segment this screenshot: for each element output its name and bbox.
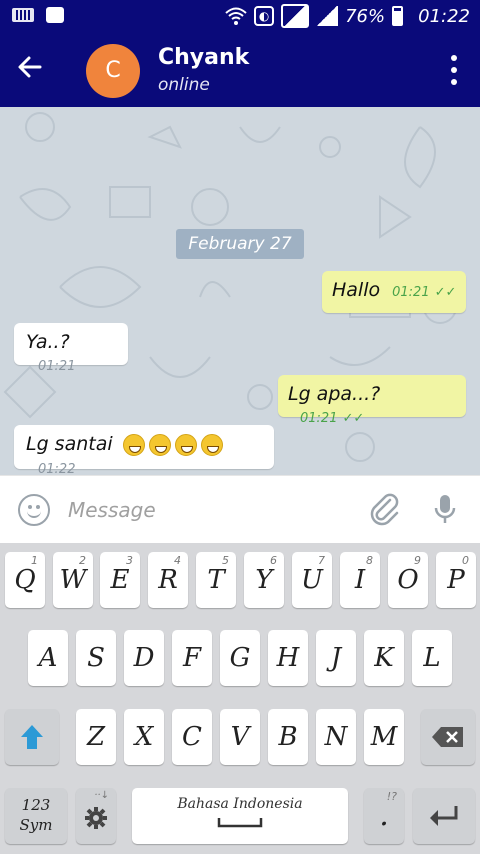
grinning-emoji-icon bbox=[122, 433, 145, 456]
double-check-icon: ✓✓ bbox=[342, 411, 365, 426]
message-bubble-outgoing[interactable]: Lg apa...? 01:21 ✓✓ bbox=[278, 375, 466, 426]
status-bar: ◐ 76% 01:22 bbox=[0, 0, 480, 33]
shift-arrow-icon bbox=[21, 725, 43, 749]
battery-icon bbox=[392, 6, 404, 26]
soft-keyboard: 1Q 2W 3E 4R 5T 6Y 7U 8I 9O 0P A S D F G … bbox=[0, 543, 480, 854]
space-key[interactable]: Bahasa Indonesia bbox=[132, 788, 348, 844]
backspace-icon bbox=[432, 727, 463, 747]
key-c[interactable]: C bbox=[172, 709, 212, 765]
key-a[interactable]: A bbox=[28, 630, 68, 686]
message-bubble-outgoing[interactable]: Hallo 01:21 ✓✓ bbox=[322, 271, 466, 313]
key-y[interactable]: 6Y bbox=[244, 552, 284, 608]
space-key-label: Bahasa Indonesia bbox=[177, 796, 303, 812]
more-vert-icon bbox=[451, 55, 457, 61]
grinning-emoji-icon bbox=[200, 433, 223, 456]
key-j[interactable]: J bbox=[316, 630, 356, 686]
key-f[interactable]: F bbox=[172, 630, 212, 686]
key-q[interactable]: 1Q bbox=[5, 552, 45, 608]
message-bubble-incoming[interactable]: Lg santai 01:22 bbox=[14, 425, 274, 475]
key-b[interactable]: B bbox=[268, 709, 308, 765]
enter-arrow-icon bbox=[430, 806, 458, 826]
contact-name[interactable]: Chyank bbox=[158, 45, 249, 70]
period-key[interactable]: !? . bbox=[364, 788, 404, 844]
battery-percent: 76% bbox=[345, 5, 386, 27]
symbols-key[interactable]: 123 Sym bbox=[5, 788, 67, 844]
grinning-emoji-icon bbox=[148, 433, 171, 456]
paperclip-icon[interactable] bbox=[368, 492, 402, 526]
shift-key[interactable] bbox=[5, 709, 59, 765]
key-r[interactable]: 4R bbox=[148, 552, 188, 608]
key-m[interactable]: M bbox=[364, 709, 404, 765]
signal-sim2-icon bbox=[316, 6, 339, 26]
settings-key[interactable]: ··↓ bbox=[76, 788, 116, 844]
chat-header: C Chyank online bbox=[0, 33, 480, 107]
message-composer bbox=[0, 475, 480, 543]
bbm-notification-icon bbox=[46, 7, 64, 23]
gear-icon bbox=[85, 807, 107, 829]
key-x[interactable]: X bbox=[124, 709, 164, 765]
key-p[interactable]: 0P bbox=[436, 552, 476, 608]
more-options-button[interactable] bbox=[450, 55, 458, 85]
key-k[interactable]: K bbox=[364, 630, 404, 686]
key-v[interactable]: V bbox=[220, 709, 260, 765]
grinning-emoji-icon bbox=[174, 433, 197, 456]
key-d[interactable]: D bbox=[124, 630, 164, 686]
chat-area[interactable]: February 27 Hallo 01:21 ✓✓ Ya..? 01:21 Lg a… bbox=[0, 107, 480, 475]
space-bar-icon bbox=[217, 818, 263, 828]
backspace-key[interactable] bbox=[421, 709, 475, 765]
key-o[interactable]: 9O bbox=[388, 552, 428, 608]
message-text: Lg santai bbox=[26, 433, 113, 455]
key-n[interactable]: N bbox=[316, 709, 356, 765]
enter-key[interactable] bbox=[413, 788, 475, 844]
double-check-icon: ✓✓ bbox=[434, 285, 457, 300]
key-u[interactable]: 7U bbox=[292, 552, 332, 608]
microphone-icon[interactable] bbox=[428, 492, 462, 526]
message-time: 01:21 bbox=[392, 285, 430, 300]
arrow-left-icon bbox=[18, 56, 42, 78]
back-button[interactable] bbox=[16, 53, 56, 87]
date-separator: February 27 bbox=[176, 229, 304, 259]
message-time: 01:21 bbox=[300, 411, 338, 426]
message-text: Hallo bbox=[332, 279, 381, 301]
signal-sim1-icon bbox=[281, 4, 310, 28]
clock: 01:22 bbox=[418, 5, 470, 27]
keyboard-notification-icon bbox=[12, 8, 34, 22]
message-bubble-incoming[interactable]: Ya..? 01:21 bbox=[14, 323, 128, 374]
key-e[interactable]: 3E bbox=[100, 552, 140, 608]
key-s[interactable]: S bbox=[76, 630, 116, 686]
key-i[interactable]: 8I bbox=[340, 552, 380, 608]
message-time: 01:22 bbox=[38, 461, 76, 476]
key-l[interactable]: L bbox=[412, 630, 452, 686]
wifi-icon bbox=[225, 7, 247, 25]
key-w[interactable]: 2W bbox=[53, 552, 93, 608]
message-time: 01:21 bbox=[38, 359, 76, 374]
avatar[interactable]: C bbox=[86, 44, 140, 98]
message-input[interactable] bbox=[68, 494, 348, 526]
key-z[interactable]: Z bbox=[76, 709, 116, 765]
message-text: Lg apa...? bbox=[288, 383, 381, 405]
key-t[interactable]: 5T bbox=[196, 552, 236, 608]
key-g[interactable]: G bbox=[220, 630, 260, 686]
data-saver-icon: ◐ bbox=[254, 6, 275, 26]
key-h[interactable]: H bbox=[268, 630, 308, 686]
smiley-icon[interactable] bbox=[18, 494, 50, 526]
contact-status: online bbox=[158, 75, 210, 95]
message-text: Ya..? bbox=[26, 331, 70, 353]
